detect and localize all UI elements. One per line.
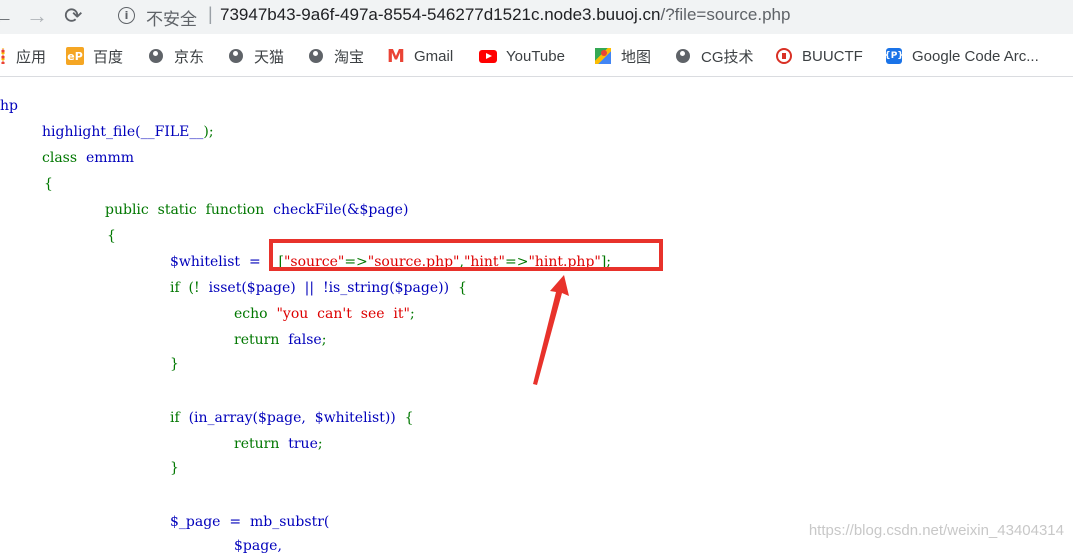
bookmark-label: BUUCTF — [802, 47, 863, 65]
bookmark-tmall[interactable]: 天猫 — [227, 46, 284, 66]
code-line: } — [170, 356, 179, 372]
forward-arrow-icon[interactable]: → — [26, 3, 48, 29]
gmail-icon: M — [387, 45, 405, 67]
bookmark-jd[interactable]: 京东 — [147, 46, 204, 66]
bookmark-label: 天猫 — [254, 48, 285, 66]
bookmark-cg[interactable]: CG技术 — [674, 46, 754, 66]
annotation-box — [269, 239, 663, 271]
info-icon[interactable]: i — [118, 7, 135, 24]
bookmark-label: 地图 — [621, 48, 652, 66]
globe-icon — [227, 47, 245, 65]
bookmark-label: Google Code Arc... — [912, 47, 1039, 65]
bookmarks-bar: 应用 eP 百度 京东 天猫 淘宝 M Gmail YouTube 地图 CG技… — [0, 36, 1073, 77]
code-line: return true; — [234, 436, 323, 452]
bookmark-label: 应用 — [16, 48, 47, 66]
reload-icon[interactable]: ⟳ — [64, 3, 86, 29]
bookmark-label: CG技术 — [701, 48, 754, 66]
code-line: { — [107, 228, 116, 244]
globe-icon — [674, 47, 692, 65]
code-line: if (in_array($page, $whitelist)) { — [170, 410, 414, 426]
apps-icon — [0, 47, 6, 65]
bookmark-label: YouTube — [506, 47, 565, 65]
bookmark-google-code[interactable]: {P} Google Code Arc... — [884, 46, 1039, 66]
code-line: $page, — [234, 538, 282, 554]
browser-toolbar: ← → ⟳ i 不安全 | 73947b43-9a6f-497a-8554-54… — [0, 0, 1073, 34]
bookmark-label: 百度 — [93, 48, 124, 66]
bookmark-baidu[interactable]: eP 百度 — [66, 46, 123, 66]
code-line: } — [170, 460, 179, 476]
code-line: { — [44, 176, 53, 192]
globe-icon — [147, 47, 165, 65]
code-line: echo "you can't see it"; — [234, 306, 415, 322]
bookmark-label: 京东 — [174, 48, 205, 66]
code-line: $_page = mb_substr( — [170, 514, 330, 530]
bookmark-buuctf[interactable]: BUUCTF — [775, 46, 863, 66]
code-line: if (! isset($page) || !is_string($page))… — [170, 280, 467, 296]
code-line: class emmm — [42, 150, 135, 166]
code-line: hp — [0, 98, 18, 114]
buuctf-icon — [775, 47, 793, 65]
annotation-arrow-icon — [533, 275, 569, 385]
google-code-icon: {P} — [884, 47, 904, 65]
watermark: https://blog.csdn.net/weixin_43404314 — [808, 522, 1064, 539]
url-separator: | — [208, 4, 213, 24]
baidu-icon: eP — [66, 47, 84, 65]
globe-icon — [307, 47, 325, 65]
url-path[interactable]: /?file=source.php — [661, 5, 791, 24]
code-line: return false; — [234, 332, 327, 348]
bookmark-maps[interactable]: 地图 — [594, 46, 651, 66]
url-text[interactable]: 73947b43-9a6f-497a-8554-546277d1521c.nod… — [220, 5, 790, 25]
back-arrow-icon[interactable]: ← — [0, 3, 10, 29]
bookmark-label: 淘宝 — [334, 48, 365, 66]
maps-icon — [594, 47, 612, 65]
address-bar[interactable]: i 不安全 | 73947b43-9a6f-497a-8554-546277d1… — [102, 1, 1073, 31]
url-host[interactable]: 73947b43-9a6f-497a-8554-546277d1521c.nod… — [220, 5, 661, 24]
bookmark-taobao[interactable]: 淘宝 — [307, 46, 364, 66]
code-line: public static function checkFile(&$page) — [105, 202, 409, 218]
bookmark-apps[interactable]: 应用 — [0, 46, 46, 66]
youtube-icon — [479, 47, 497, 65]
bookmark-youtube[interactable]: YouTube — [479, 46, 565, 66]
bookmark-gmail[interactable]: M Gmail — [387, 45, 454, 67]
bookmark-label: Gmail — [414, 47, 454, 65]
security-label[interactable]: 不安全 — [146, 5, 197, 30]
code-line: highlight_file(__FILE__); — [42, 124, 214, 140]
